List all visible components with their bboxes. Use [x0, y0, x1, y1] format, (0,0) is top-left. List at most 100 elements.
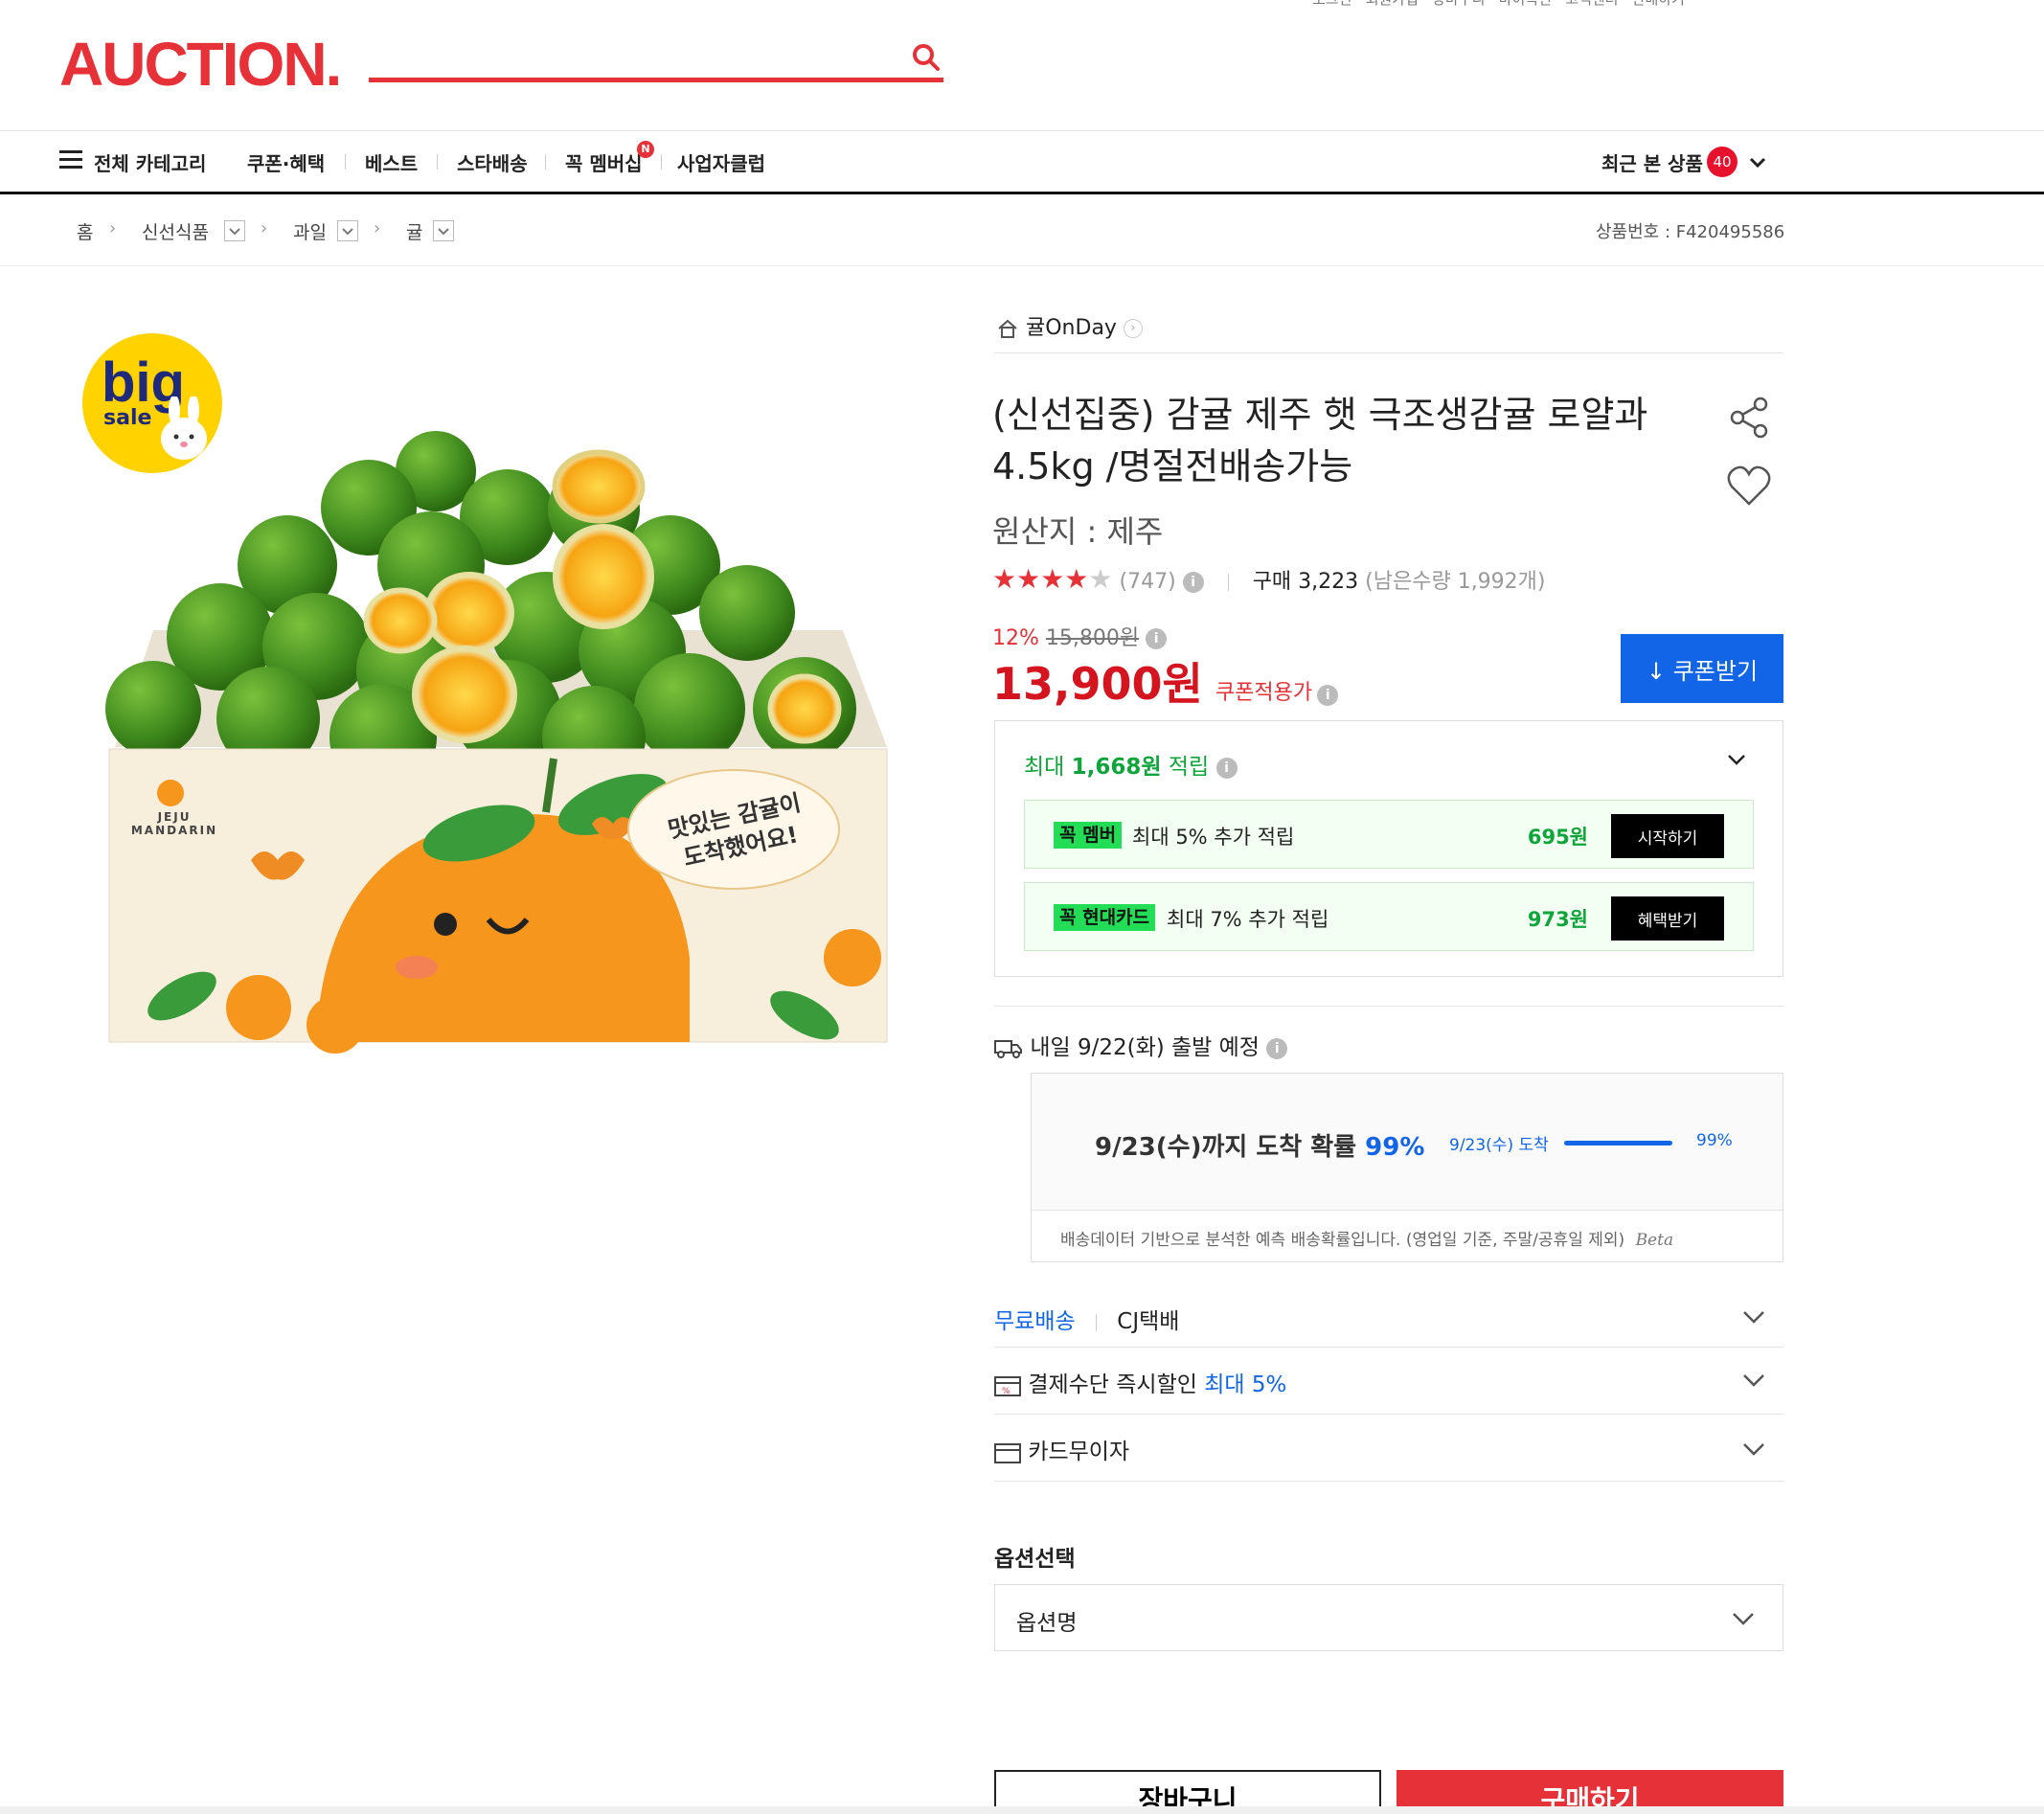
breadcrumb-tangerine[interactable]: 귤	[406, 218, 422, 244]
credit-card-icon	[994, 1442, 1021, 1463]
review-count[interactable]: (747)	[1120, 570, 1176, 594]
section-divider	[994, 1006, 1783, 1007]
row-separator	[1095, 1313, 1097, 1331]
membership-start-button[interactable]: 시작하기	[1611, 814, 1724, 858]
dropdown-toggle-icon[interactable]	[433, 220, 454, 241]
reward-max-amount: 1,668원	[1071, 755, 1162, 780]
nav-all-categories[interactable]: 전체 카테고리	[94, 148, 206, 176]
payment-discount-row[interactable]: % 결제수단 즉시할인 최대 5%	[994, 1366, 1286, 1398]
auction-logo[interactable]: AUCTION.	[59, 29, 342, 100]
row-divider	[994, 1481, 1783, 1482]
svg-text:%: %	[1002, 1387, 1011, 1396]
chevron-down-icon	[1731, 1606, 1756, 1637]
card-installment-label: 카드무이자	[1028, 1440, 1130, 1464]
star-rating[interactable]: ★★★★★	[992, 563, 1113, 595]
option-select-label: 옵션선택	[994, 1547, 1076, 1572]
bottom-scroll-strip	[0, 1806, 2044, 1814]
reward-box: 최대 1,668원 적립 i 꼭 멤버 최대 5% 추가 적립 695원 시작하…	[994, 720, 1783, 977]
card-benefit-button[interactable]: 혜택받기	[1611, 896, 1724, 941]
chevron-down-icon[interactable]	[1747, 152, 1768, 177]
rating-row: ★★★★★ (747) i 구매 3,223 (남은수량 1,992개)	[992, 563, 1546, 595]
breadcrumb-fruit[interactable]: 과일	[293, 218, 327, 244]
top-utility-links[interactable]: 로그인 · 회원가입 · 장바구니 · 마이옥션 · 고객센터 · 판매하기	[1312, 0, 1685, 9]
nav-business-club[interactable]: 사업자클럽	[677, 148, 765, 176]
recent-products-label[interactable]: 최근 본 상품	[1601, 148, 1703, 176]
discount-rate: 12%	[992, 626, 1039, 650]
membership-tag: 꼭 멤버	[1054, 822, 1123, 849]
chevron-down-icon[interactable]	[1741, 1304, 1766, 1333]
product-number: 상품번호 : F420495586	[1596, 222, 1785, 242]
delivery-probability-box: 9/23(수)까지 도착 확률 99% 9/23(수) 도착 99% 배송데이터…	[1031, 1073, 1783, 1262]
nav-separator	[437, 154, 438, 170]
chevron-down-icon[interactable]	[1741, 1368, 1766, 1396]
reward-title-suffix: 적립	[1161, 755, 1210, 780]
reward-row-hyundai-card: 꼭 현대카드 최대 7% 추가 적립 973원 혜택받기	[1024, 882, 1754, 951]
delivery-note-text: 배송데이터 기반으로 분석한 예측 배송확률입니다. (영업일 기준, 주말/공…	[1060, 1231, 1625, 1250]
delivery-note: 배송데이터 기반으로 분석한 예측 배송확률입니다. (영업일 기준, 주말/공…	[1032, 1210, 1783, 1261]
original-price: 15,800원	[1045, 626, 1140, 650]
breadcrumb-home[interactable]: 홈	[77, 218, 93, 244]
delivery-bar-label: 9/23(수) 도착	[1449, 1136, 1549, 1155]
nav-membership[interactable]: 꼭 멤버십	[565, 148, 643, 176]
info-icon[interactable]: i	[1266, 1037, 1288, 1059]
info-icon[interactable]: i	[1182, 572, 1204, 593]
chevron-down-icon[interactable]	[1741, 1437, 1766, 1465]
hyundai-card-tag: 꼭 현대카드	[1054, 904, 1156, 931]
stock-remaining: (남은수량 1,992개)	[1365, 570, 1546, 594]
nav-separator	[345, 154, 346, 170]
reward-row-text: 최대 5% 추가 적립	[1132, 826, 1295, 849]
free-shipping-label: 무료배송	[994, 1309, 1076, 1334]
origin-text: 원산지 : 제주	[992, 513, 1164, 550]
breadcrumb-chevron-icon: ›	[261, 218, 268, 238]
row-divider	[994, 1347, 1783, 1348]
payment-discount-icon: %	[994, 1375, 1021, 1396]
product-title: (신선집중) 감귤 제주 햇 극조생감귤 로얄과 4.5kg /명절전배송가능	[992, 394, 1648, 488]
reward-title[interactable]: 최대 1,668원 적립 i	[1024, 748, 1238, 781]
chevron-right-icon[interactable]: ›	[1123, 319, 1143, 338]
info-icon[interactable]: i	[1317, 684, 1339, 706]
courier-name: CJ택배	[1117, 1309, 1180, 1334]
price-row: 13,900원 쿠폰적용가 i	[992, 649, 1339, 713]
dropdown-toggle-icon[interactable]	[224, 220, 245, 241]
reward-row-amount: 973원	[1527, 908, 1588, 931]
chevron-down-icon[interactable]	[1725, 748, 1748, 775]
hamburger-menu-icon[interactable]	[59, 150, 82, 170]
info-icon[interactable]: i	[1215, 757, 1238, 779]
delivery-probability-text: 9/23(수)까지 도착 확률 99%	[1095, 1127, 1424, 1163]
store-divider	[994, 352, 1783, 353]
breadcrumb-fresh-food[interactable]: 신선식품	[142, 218, 209, 244]
delivery-probability-percent: 99%	[1365, 1133, 1425, 1162]
coupon-applied-note: 쿠폰적용가	[1215, 681, 1313, 705]
recent-products-count-badge: 40	[1707, 147, 1737, 177]
rating-separator	[1227, 574, 1229, 591]
reward-row-membership: 꼭 멤버 최대 5% 추가 적립 695원 시작하기	[1024, 800, 1754, 869]
delivery-progress-bar	[1564, 1141, 1672, 1145]
search-input[interactable]	[369, 36, 886, 77]
dropdown-toggle-icon[interactable]	[337, 220, 358, 241]
coupon-download-button[interactable]: ↓ 쿠폰받기	[1621, 634, 1783, 703]
product-image[interactable]: JEJU MANDARIN 맛있는 감귤이 도착했어요!	[96, 421, 891, 1054]
reward-row-text: 최대 7% 추가 적립	[1167, 908, 1329, 931]
store-link[interactable]: 귤OnDay ›	[996, 310, 1143, 341]
beta-label: Beta	[1635, 1231, 1674, 1250]
share-icon[interactable]	[1726, 395, 1772, 444]
payment-discount-label: 결제수단 즉시할인	[1028, 1372, 1205, 1397]
search-icon[interactable]	[911, 42, 942, 77]
nav-best[interactable]: 베스트	[365, 148, 418, 176]
heart-wishlist-icon[interactable]	[1726, 464, 1772, 511]
download-icon: ↓	[1646, 657, 1667, 685]
store-name[interactable]: 귤OnDay	[1026, 316, 1117, 340]
coupon-button-label: 쿠폰받기	[1672, 657, 1759, 685]
nav-coupon-benefits[interactable]: 쿠폰·혜택	[247, 148, 325, 176]
nav-separator	[661, 154, 662, 170]
delivery-probability-prefix: 9/23(수)까지 도착 확률	[1095, 1133, 1366, 1162]
breadcrumb: 홈 › 신선식품 › 과일 › 귤 상품번호 : F420495586	[0, 197, 2044, 266]
shipping-method-row[interactable]: 무료배송 CJ택배	[994, 1303, 1179, 1335]
info-icon[interactable]: i	[1146, 628, 1168, 649]
breadcrumb-chevron-icon: ›	[374, 218, 381, 238]
box-brand-text: JEJU MANDARIN	[130, 810, 218, 837]
nav-star-delivery[interactable]: 스타배송	[457, 148, 528, 176]
main-nav: 전체 카테고리 쿠폰·혜택 베스트 스타배송 꼭 멤버십 N 사업자클럽 최근 …	[0, 131, 2044, 194]
option-select[interactable]: 옵션명	[994, 1584, 1783, 1651]
card-installment-row[interactable]: 카드무이자	[994, 1433, 1129, 1465]
